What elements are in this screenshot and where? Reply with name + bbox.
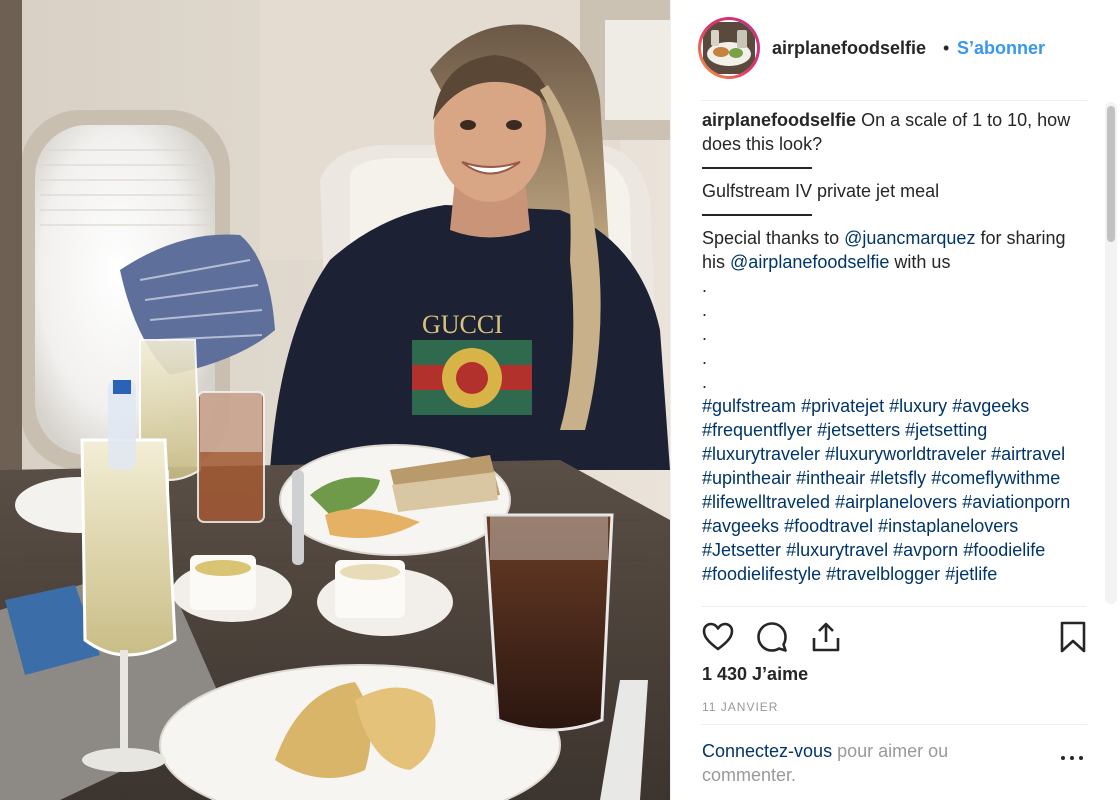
hashtag-link[interactable]: #lifewelltraveled <box>702 492 830 512</box>
post-image: GUCCI <box>0 0 670 800</box>
caption-thanks: Special thanks to @juancmarquez for shar… <box>702 226 1092 274</box>
header-username[interactable]: airplanefoodselfie <box>772 38 926 59</box>
hashtag-link[interactable]: #Jetsetter <box>702 540 781 560</box>
hashtag-link[interactable]: #airtravel <box>991 444 1065 464</box>
hashtag-link[interactable]: #jetsetting <box>905 420 987 440</box>
bookmark-icon <box>1060 621 1086 653</box>
hashtag-link[interactable]: #foodielifestyle <box>702 564 821 584</box>
caption-dot: . <box>702 300 708 320</box>
actions-divider <box>701 606 1087 607</box>
caption-rule <box>702 167 812 169</box>
share-button[interactable] <box>809 620 843 654</box>
caption-dot: . <box>702 276 708 296</box>
hashtag-link[interactable]: #luxury <box>889 396 947 416</box>
sweater-logo-text: GUCCI <box>422 310 503 339</box>
hashtag-link[interactable]: #gulfstream <box>702 396 796 416</box>
login-prompt: Connectez-vous pour aimer ou commenter. <box>702 739 1002 787</box>
hashtag-link[interactable]: #avgeeks <box>952 396 1029 416</box>
hashtag-link[interactable]: #jetlife <box>945 564 997 584</box>
hashtag-link[interactable]: #aviationporn <box>962 492 1070 512</box>
profile-avatar[interactable] <box>698 17 760 79</box>
mention-link[interactable]: @juancmarquez <box>844 228 975 248</box>
hashtag-link[interactable]: #privatejet <box>801 396 884 416</box>
caption-dot: . <box>702 348 708 368</box>
caption-dot: . <box>702 372 708 392</box>
scrollbar-thumb[interactable] <box>1107 106 1115 242</box>
hashtag-link[interactable]: #instaplanelovers <box>878 516 1018 536</box>
caption-username[interactable]: airplanefoodselfie <box>702 110 856 130</box>
hashtag-link[interactable]: #comeflywithme <box>931 468 1060 488</box>
post-date[interactable]: 11 JANVIER <box>702 700 778 714</box>
caption-dot: . <box>702 324 708 344</box>
mention-link[interactable]: @airplanefoodselfie <box>730 252 889 272</box>
footer-divider <box>701 724 1087 725</box>
thanks-suffix: with us <box>894 252 951 272</box>
comment-icon <box>757 622 787 652</box>
like-button[interactable] <box>701 620 735 654</box>
thanks-middle: for <box>980 228 1002 248</box>
hashtag-link[interactable]: #foodtravel <box>784 516 873 536</box>
like-count[interactable]: 1 430 J’aime <box>702 664 808 685</box>
hashtag-link[interactable]: #foodielife <box>963 540 1045 560</box>
caption: airplanefoodselfie On a scale of 1 to 10… <box>702 108 1092 606</box>
more-options-button[interactable] <box>1061 752 1085 764</box>
caption-subtitle: Gulfstream IV private jet meal <box>702 181 940 201</box>
hashtag-list: #gulfstream #privatejet #luxury #avgeeks… <box>702 394 1092 586</box>
follow-button[interactable]: S’abonner <box>957 38 1045 59</box>
heart-icon <box>702 622 734 651</box>
hashtag-link[interactable]: #intheair <box>796 468 865 488</box>
login-link[interactable]: Connectez-vous <box>702 741 832 761</box>
caption-rule <box>702 214 812 216</box>
post-photo[interactable]: GUCCI <box>0 0 670 800</box>
hashtag-link[interactable]: #travelblogger <box>826 564 940 584</box>
hashtag-link[interactable]: #luxurytraveler <box>702 444 820 464</box>
hashtag-link[interactable]: #frequentflyer <box>702 420 812 440</box>
hashtag-link[interactable]: #luxurytravel <box>786 540 888 560</box>
comment-button[interactable] <box>755 620 789 654</box>
hashtag-link[interactable]: #luxuryworldtraveler <box>825 444 986 464</box>
post-header: airplanefoodselfie • S’abonner <box>671 0 1120 100</box>
avatar-image <box>701 20 757 76</box>
hashtag-link[interactable]: #letsfly <box>870 468 926 488</box>
hashtag-link[interactable]: #upintheair <box>702 468 791 488</box>
caption-first-line: airplanefoodselfie On a scale of 1 to 10… <box>702 108 1092 156</box>
header-divider <box>701 100 1087 101</box>
share-icon <box>812 622 840 652</box>
avatar-thumbnail-icon <box>703 22 755 74</box>
post-side-panel: airplanefoodselfie • S’abonner airplanef… <box>670 0 1120 800</box>
header-separator: • <box>943 38 950 58</box>
hashtag-link[interactable]: #avgeeks <box>702 516 779 536</box>
hashtag-link[interactable]: #airplanelovers <box>835 492 957 512</box>
hashtag-link[interactable]: #jetsetters <box>817 420 900 440</box>
hashtag-link[interactable]: #avporn <box>893 540 958 560</box>
save-button[interactable] <box>1056 620 1090 654</box>
caption-scrollbar[interactable] <box>1105 102 1117 604</box>
action-bar <box>671 614 1120 658</box>
thanks-prefix: Special thanks to <box>702 228 840 248</box>
